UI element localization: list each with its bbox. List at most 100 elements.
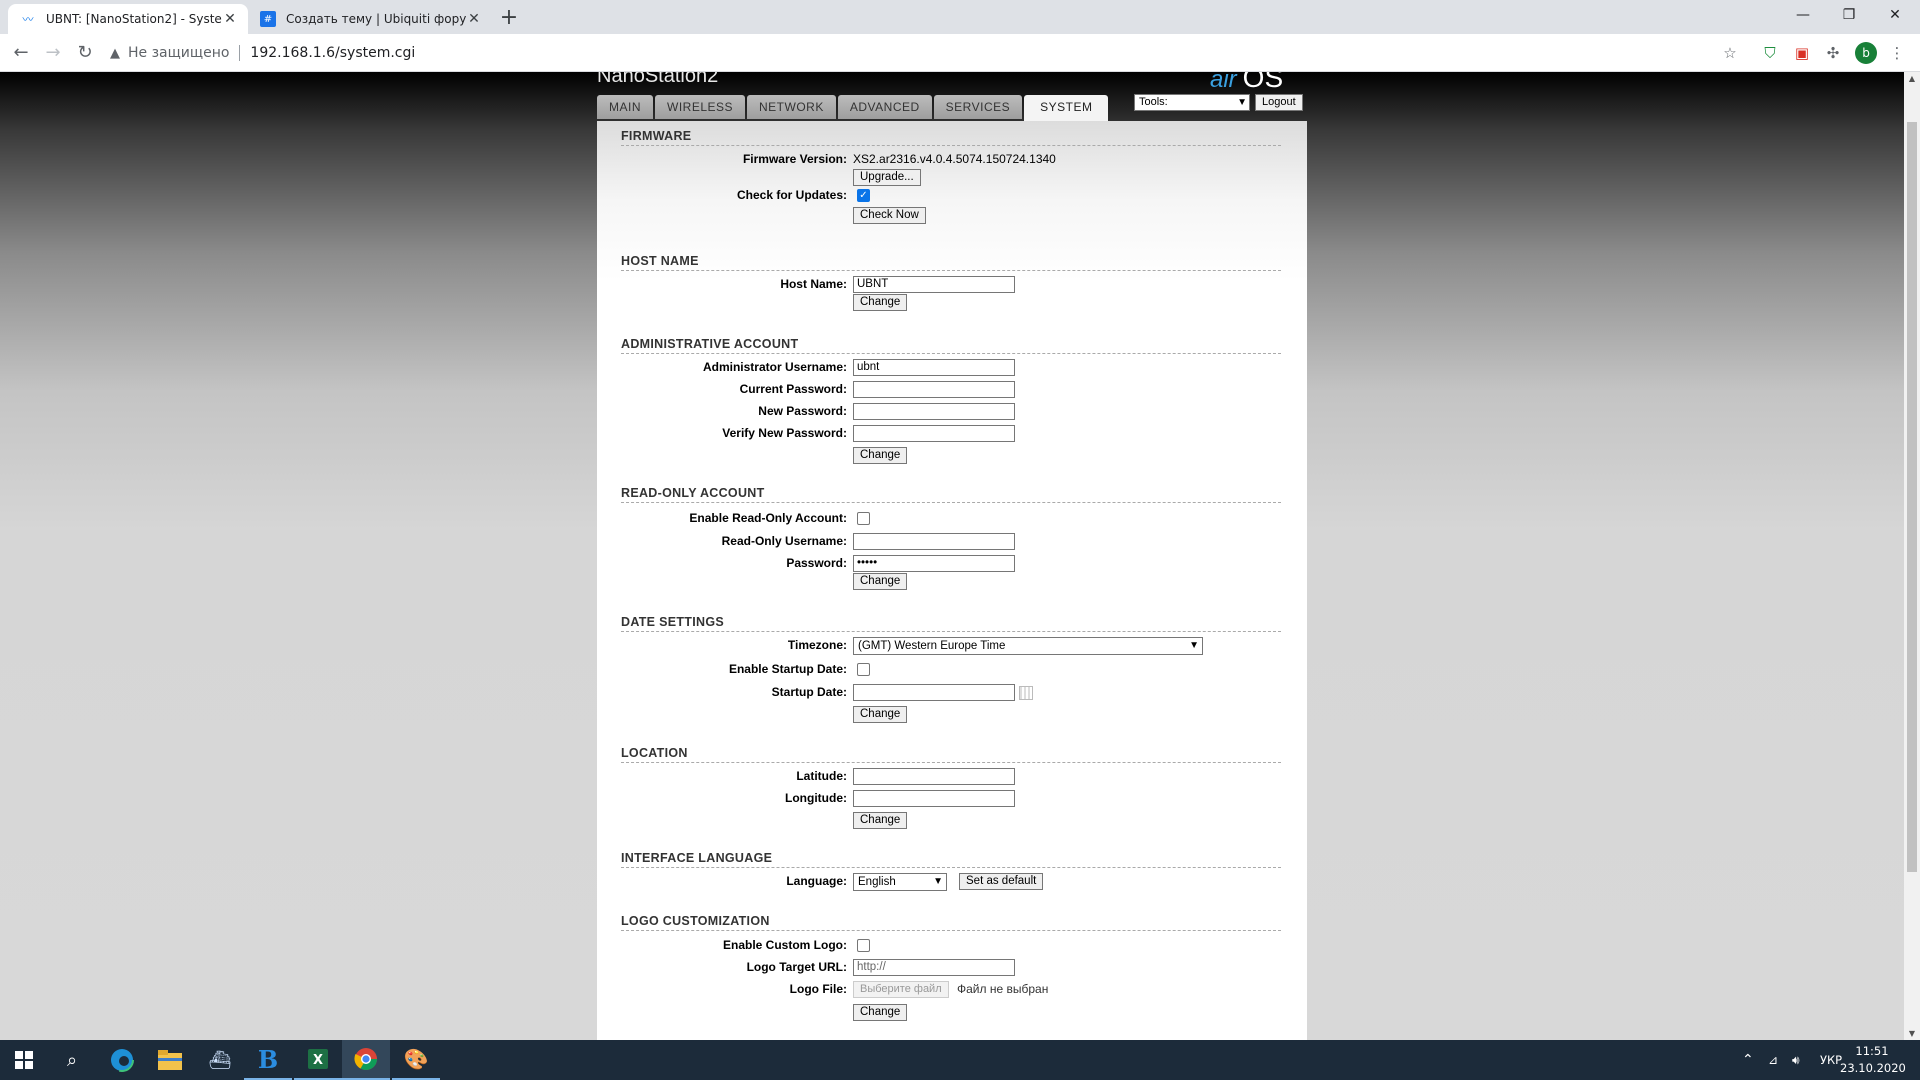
close-tab-icon[interactable]: ✕ bbox=[466, 11, 482, 27]
chevron-down-icon: ▼ bbox=[1237, 97, 1247, 108]
start-button-windows-icon[interactable] bbox=[0, 1040, 48, 1080]
chevron-up-icon[interactable]: ⌃ bbox=[1742, 1040, 1754, 1080]
startup-date-input[interactable] bbox=[853, 684, 1015, 701]
language-select[interactable]: English ▼ bbox=[853, 873, 947, 891]
new-tab-button[interactable]: + bbox=[496, 6, 522, 32]
section-heading: LOCATION bbox=[621, 746, 1281, 763]
red-extension-icon[interactable]: ▣ bbox=[1791, 42, 1813, 64]
scroll-down-icon[interactable]: ▼ bbox=[1904, 1029, 1920, 1038]
menu-kebab-icon[interactable]: ⋮ bbox=[1886, 42, 1908, 64]
check-updates-row: Check for Updates: ✓ bbox=[621, 187, 1281, 205]
readonly-username-row: Read-Only Username: bbox=[621, 533, 1281, 551]
logo-file-row: Logo File: Выберите файл Файл не выбран bbox=[621, 981, 1281, 999]
set-default-button[interactable]: Set as default bbox=[959, 873, 1044, 890]
puzzle-extensions-icon[interactable]: ✣ bbox=[1822, 42, 1844, 64]
verify-password-input[interactable] bbox=[853, 425, 1015, 442]
longitude-input[interactable] bbox=[853, 790, 1015, 807]
admin-change-button[interactable]: Change bbox=[853, 447, 908, 464]
chrome-icon[interactable] bbox=[342, 1040, 390, 1080]
check-updates-checkbox[interactable]: ✓ bbox=[857, 189, 870, 202]
system-clock[interactable]: 11:51 23.10.2020 bbox=[1840, 1043, 1906, 1077]
browser-tab-forum[interactable]: # Создать тему | Ubiquiti форум U ✕ bbox=[248, 4, 492, 34]
airos-logo: air OS bbox=[1210, 72, 1284, 93]
latitude-input[interactable] bbox=[853, 768, 1015, 785]
hostname-row: Host Name: UBNT bbox=[621, 276, 1281, 294]
excel-icon[interactable]: X bbox=[294, 1040, 342, 1080]
forward-icon[interactable]: → bbox=[40, 40, 66, 66]
tab-title: UBNT: [NanoStation2] - System bbox=[46, 12, 222, 26]
minimize-icon[interactable]: — bbox=[1780, 0, 1826, 30]
hostname-change-button[interactable]: Change bbox=[853, 294, 908, 311]
svg-text:X: X bbox=[313, 1053, 323, 1068]
firmware-section: FIRMWARE Firmware Version: XS2.ar2316.v4… bbox=[621, 129, 1281, 224]
date-change-button[interactable]: Change bbox=[853, 706, 908, 723]
browser-tab-ubnt[interactable]: 〰 UBNT: [NanoStation2] - System ✕ bbox=[8, 4, 248, 34]
location-change-button[interactable]: Change bbox=[853, 812, 908, 829]
scrollbar-thumb[interactable] bbox=[1907, 122, 1917, 872]
readonly-change-button[interactable]: Change bbox=[853, 573, 908, 590]
logo-url-row: Logo Target URL: http:// bbox=[621, 959, 1281, 977]
check-now-row: Check Now bbox=[621, 207, 1281, 225]
address-bar[interactable]: ▲ Не защищено 192.168.1.6/system.cgi bbox=[110, 39, 1760, 67]
section-heading: FIRMWARE bbox=[621, 129, 1281, 146]
upgrade-button[interactable]: Upgrade... bbox=[853, 169, 921, 186]
readonly-username-input[interactable] bbox=[853, 533, 1015, 550]
logo-url-input[interactable]: http:// bbox=[853, 959, 1015, 976]
bookmark-star-icon[interactable]: ☆ bbox=[1719, 42, 1741, 64]
profile-avatar[interactable]: b bbox=[1855, 42, 1877, 64]
section-heading: READ-ONLY ACCOUNT bbox=[621, 486, 1281, 503]
ship-app-icon[interactable]: ⛴ bbox=[196, 1040, 244, 1080]
admin-username-input[interactable]: ubnt bbox=[853, 359, 1015, 376]
shield-extension-icon[interactable]: ⛉ bbox=[1759, 42, 1781, 64]
tools-dropdown[interactable]: Tools: ▼ bbox=[1134, 94, 1250, 111]
search-icon[interactable]: ⌕ bbox=[48, 1040, 96, 1080]
forum-favicon-icon: # bbox=[260, 11, 276, 27]
current-password-row: Current Password: bbox=[621, 381, 1281, 399]
reload-icon[interactable]: ↻ bbox=[72, 40, 98, 66]
section-heading: HOST NAME bbox=[621, 254, 1281, 271]
upgrade-row: Upgrade... bbox=[621, 169, 1281, 187]
readonly-enable-checkbox[interactable] bbox=[857, 512, 870, 525]
paint-app-icon[interactable]: 🎨 bbox=[392, 1040, 440, 1080]
calendar-icon[interactable] bbox=[1019, 686, 1033, 700]
section-heading: DATE SETTINGS bbox=[621, 615, 1281, 632]
tab-services[interactable]: SERVICES bbox=[933, 95, 1023, 119]
tab-network[interactable]: NETWORK bbox=[747, 95, 836, 119]
restore-icon[interactable]: ❐ bbox=[1826, 0, 1872, 30]
router-nav: MAIN WIRELESS NETWORK ADVANCED SERVICES … bbox=[597, 95, 1110, 121]
logo-enable-row: Enable Custom Logo: bbox=[621, 937, 1281, 955]
volume-icon[interactable]: 🔊︎ bbox=[1792, 1040, 1800, 1080]
logout-button[interactable]: Logout bbox=[1255, 94, 1303, 111]
tab-system[interactable]: SYSTEM bbox=[1024, 95, 1109, 121]
scroll-up-icon[interactable]: ▲ bbox=[1904, 74, 1920, 83]
tab-wireless[interactable]: WIRELESS bbox=[655, 95, 746, 119]
network-icon[interactable]: ⊿ bbox=[1768, 1040, 1778, 1080]
field-label: Current Password: bbox=[739, 382, 847, 396]
logo-change-row: Change bbox=[621, 1004, 1281, 1022]
timezone-select[interactable]: (GMT) Western Europe Time ▼ bbox=[853, 637, 1203, 655]
readonly-password-input[interactable]: ••••• bbox=[853, 555, 1015, 572]
field-label: Firmware Version: bbox=[742, 152, 847, 166]
field-label: New Password: bbox=[758, 404, 847, 418]
check-now-button[interactable]: Check Now bbox=[853, 207, 926, 224]
close-tab-icon[interactable]: ✕ bbox=[222, 11, 238, 27]
startup-enable-checkbox[interactable] bbox=[857, 663, 870, 676]
new-password-input[interactable] bbox=[853, 403, 1015, 420]
b-app-icon[interactable]: B bbox=[244, 1040, 292, 1080]
edge-browser-icon[interactable] bbox=[98, 1040, 146, 1080]
logo-change-button[interactable]: Change bbox=[853, 1004, 908, 1021]
choose-file-button[interactable]: Выберите файл bbox=[853, 981, 949, 998]
tab-advanced[interactable]: ADVANCED bbox=[837, 95, 932, 119]
tab-main[interactable]: MAIN bbox=[597, 95, 653, 119]
language-row: Language: English ▼ Set as default bbox=[621, 873, 1281, 891]
file-explorer-icon[interactable] bbox=[146, 1040, 194, 1080]
input-language-indicator[interactable]: УКР bbox=[1820, 1040, 1842, 1080]
logo-enable-checkbox[interactable] bbox=[857, 939, 870, 952]
hostname-input[interactable]: UBNT bbox=[853, 276, 1015, 293]
current-password-input[interactable] bbox=[853, 381, 1015, 398]
close-window-icon[interactable]: ✕ bbox=[1872, 0, 1918, 30]
page-scrollbar[interactable]: ▲ ▼ bbox=[1904, 72, 1920, 1040]
back-icon[interactable]: ← bbox=[8, 40, 34, 66]
clock-date: 23.10.2020 bbox=[1840, 1061, 1906, 1075]
url-text[interactable]: 192.168.1.6/system.cgi bbox=[250, 45, 415, 61]
